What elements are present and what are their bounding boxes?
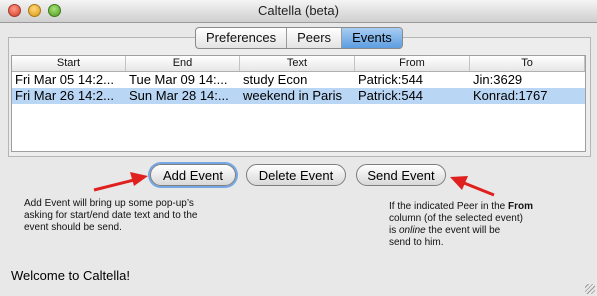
annotation-line: column (of the selected event)	[389, 213, 523, 224]
add-event-annotation: Add Event will bring up some pop-up’s as…	[24, 198, 274, 234]
annotation-line: asking for start/end date text and to th…	[24, 210, 198, 221]
resize-grip-icon[interactable]	[585, 284, 595, 294]
annotation-text: If the indicated Peer in the	[389, 201, 508, 212]
annotation-line: event should be send.	[24, 222, 122, 233]
arrow-to-send-event-icon	[450, 176, 495, 197]
arrow-to-add-event-icon	[93, 172, 148, 192]
annotation-arrows	[93, 172, 495, 197]
annotation-line: is online the event will be	[389, 225, 589, 237]
annotation-italic-text: online	[399, 225, 426, 236]
status-bar-text: Welcome to Caltella!	[11, 268, 130, 283]
app-window: Caltella (beta) Preferences Peers Events…	[0, 0, 597, 296]
annotation-text: the event will be	[425, 225, 501, 236]
annotation-bold-text: From	[507, 201, 533, 212]
annotation-line: send to him.	[389, 237, 444, 248]
annotation-line: If the indicated Peer in the From	[389, 201, 589, 213]
annotation-line: Add Event will bring up some pop-up’s	[24, 198, 194, 209]
annotation-text: is	[389, 225, 399, 236]
send-event-annotation: If the indicated Peer in the From column…	[389, 201, 589, 249]
